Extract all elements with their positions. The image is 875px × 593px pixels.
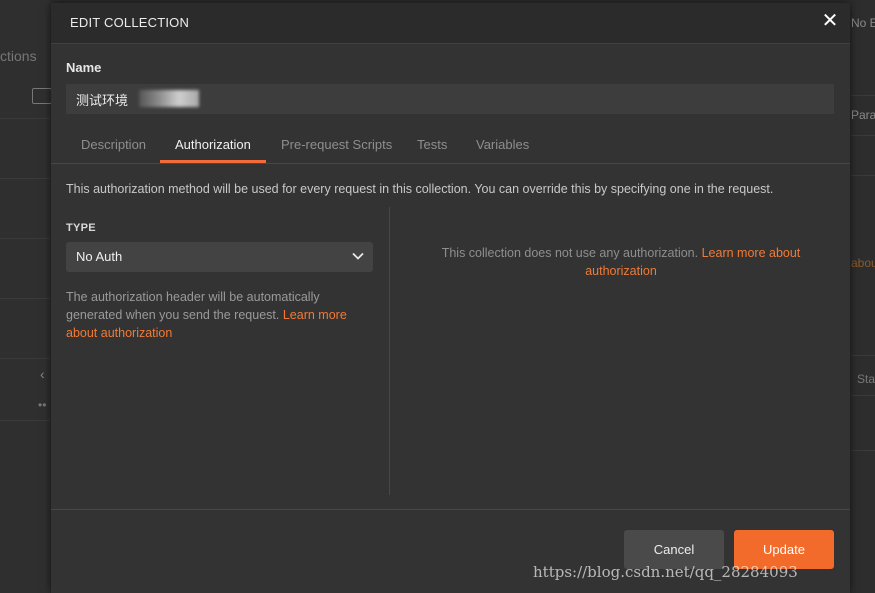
background-environment-label: No Env (851, 16, 875, 30)
divider (851, 135, 875, 136)
chevron-down-icon (352, 252, 364, 260)
collection-tabs: Description Authorization Pre-request Sc… (51, 129, 850, 164)
type-label: TYPE (66, 222, 96, 234)
divider (0, 420, 50, 421)
chevron-left-icon: ‹ (40, 366, 45, 382)
tab-tests[interactable]: Tests (417, 137, 447, 152)
name-label: Name (66, 60, 102, 75)
vertical-divider (389, 207, 390, 495)
background-tab-collections: ctions (0, 48, 37, 64)
divider (851, 175, 875, 176)
tab-authorization[interactable]: Authorization (175, 137, 251, 152)
auth-header-description: The authorization header will be automat… (66, 288, 366, 342)
tab-variables[interactable]: Variables (476, 137, 529, 152)
divider (851, 355, 875, 356)
auth-type-value: No Auth (76, 249, 123, 264)
footer-divider (51, 509, 850, 510)
background-status-label: Sta (857, 372, 875, 386)
divider (851, 395, 875, 396)
divider (0, 118, 50, 119)
modal-title: EDIT COLLECTION (70, 15, 190, 30)
auth-type-select[interactable]: No Auth (66, 242, 373, 272)
no-auth-message: This collection does not use any authori… (423, 244, 819, 280)
divider (0, 238, 50, 239)
background-about-link: about (851, 256, 875, 270)
divider (851, 95, 875, 96)
active-tab-indicator (160, 160, 266, 163)
divider (0, 178, 50, 179)
redacted-text (139, 90, 199, 107)
divider (0, 358, 50, 359)
divider (851, 450, 875, 451)
modal-header: EDIT COLLECTION ✕ (51, 3, 850, 44)
auth-header-description-text: The authorization header will be automat… (66, 290, 320, 322)
authorization-info-text: This authorization method will be used f… (66, 182, 774, 196)
watermark: https://blog.csdn.net/qq_28284093 (533, 563, 798, 581)
close-icon[interactable]: ✕ (819, 10, 841, 32)
folder-icon (32, 88, 52, 104)
tab-description[interactable]: Description (81, 137, 146, 152)
edit-collection-modal: EDIT COLLECTION ✕ Name Description Autho… (51, 3, 850, 593)
background-params-label: Params (851, 108, 875, 122)
more-icon: •• (38, 398, 47, 412)
no-auth-message-text: This collection does not use any authori… (441, 246, 699, 260)
tab-pre-request-scripts[interactable]: Pre-request Scripts (281, 137, 392, 152)
divider (0, 298, 50, 299)
background-right-panel (851, 0, 875, 593)
